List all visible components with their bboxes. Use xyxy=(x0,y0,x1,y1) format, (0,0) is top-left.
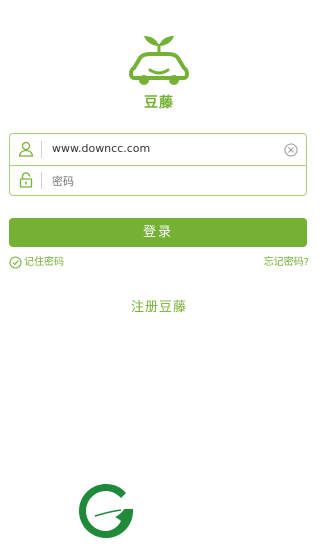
app-logo xyxy=(128,34,190,90)
field-divider xyxy=(41,172,42,189)
remember-label: 记住密码 xyxy=(24,257,64,268)
field-divider xyxy=(41,141,42,158)
lock-icon xyxy=(17,171,35,189)
leaf-g-logo xyxy=(75,480,137,542)
login-form: www.downcc.com 密码 xyxy=(9,133,307,196)
username-row[interactable]: www.downcc.com xyxy=(10,134,306,166)
login-button[interactable]: 登录 xyxy=(9,218,307,247)
clear-icon[interactable] xyxy=(284,142,298,157)
password-input[interactable]: 密码 xyxy=(52,173,74,189)
forgot-password-link[interactable]: 忘记密码? xyxy=(264,256,309,270)
brand-name: 豆藤 xyxy=(144,95,174,111)
username-input[interactable]: www.downcc.com xyxy=(52,142,150,155)
register-link[interactable]: 注册豆藤 xyxy=(0,296,318,315)
password-row[interactable]: 密码 xyxy=(10,165,306,196)
user-icon xyxy=(17,140,35,158)
check-circle-icon xyxy=(9,256,22,269)
